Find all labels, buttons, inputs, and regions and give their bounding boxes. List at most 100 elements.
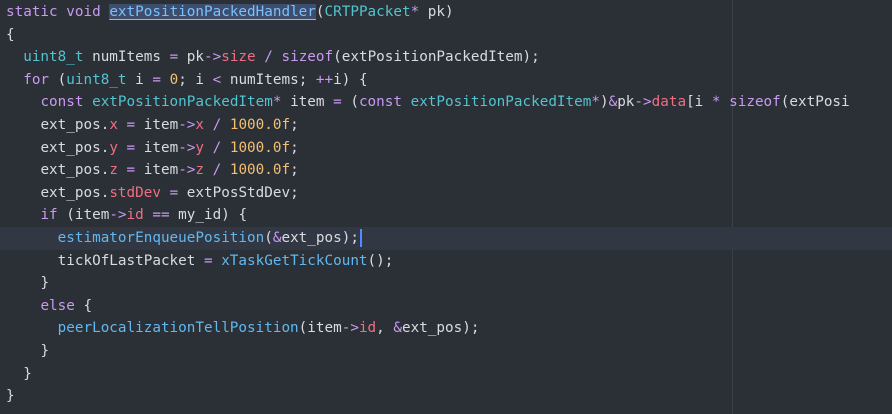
operator-token: / — [212, 139, 222, 156]
operator-token: = — [126, 162, 136, 179]
code-token: item — [281, 94, 334, 111]
code-line[interactable]: static void extPositionPackedHandler(CRT… — [0, 1, 892, 24]
operator-token: = — [169, 184, 179, 201]
code-line[interactable]: peerLocalizationTellPosition(item->id, &… — [0, 317, 892, 340]
code-line[interactable]: } — [0, 385, 892, 408]
code-line[interactable]: ext_pos.y = item->y / 1000.0f; — [0, 137, 892, 160]
code-token: (); — [367, 252, 394, 269]
keyword-token: sizeof — [281, 49, 334, 66]
code-line[interactable]: else { — [0, 295, 892, 318]
code-token: item — [135, 162, 179, 179]
code-token: ( — [49, 71, 67, 88]
operator-token: = — [333, 94, 342, 111]
keyword-token: for — [23, 71, 50, 88]
operator-token: = — [126, 116, 136, 133]
member-token: y — [109, 139, 118, 156]
operator-token: ++ — [315, 71, 334, 88]
code-line[interactable]: const extPositionPackedItem* item = (con… — [0, 91, 892, 114]
keyword-token: static — [6, 4, 58, 20]
operator-token: * — [711, 94, 721, 111]
type-token: extPositionPackedItem — [92, 94, 273, 111]
operator-token: & — [608, 94, 618, 111]
operator-token: / — [212, 162, 222, 179]
member-token: y — [195, 139, 205, 156]
code-editor[interactable]: static void extPositionPackedHandler(CRT… — [0, 0, 892, 414]
operator-token: = — [169, 49, 179, 66]
keyword-token: if — [40, 207, 58, 224]
operator-token: = — [203, 252, 213, 269]
code-token: ext_pos. — [40, 162, 110, 179]
number-token: 1000.0f — [229, 139, 291, 156]
code-line[interactable]: ext_pos.z = item->z / 1000.0f; — [0, 159, 892, 182]
type-token: uint8_t — [23, 49, 84, 66]
operator-token: -> — [178, 116, 196, 133]
code-token: i — [126, 71, 153, 88]
operator-token: -> — [341, 320, 359, 337]
type-token: uint8_t — [66, 71, 127, 88]
code-line[interactable]: ext_pos.stdDev = extPosStdDev; — [0, 182, 892, 205]
code-line[interactable]: if (item->id == my_id) { — [0, 204, 892, 227]
code-token: ; — [290, 139, 299, 156]
member-token: id — [126, 207, 144, 224]
code-line[interactable]: } — [0, 340, 892, 363]
code-line[interactable]: uint8_t numItems = pk->size / sizeof(ext… — [0, 46, 892, 69]
code-line[interactable]: tickOfLastPacket = xTaskGetTickCount(); — [0, 250, 892, 273]
number-token: 0 — [169, 71, 179, 88]
operator-token: < — [212, 71, 222, 88]
code-token: } — [40, 275, 50, 292]
code-line[interactable]: } — [0, 363, 892, 386]
text-cursor — [359, 228, 362, 247]
code-token: item — [135, 116, 179, 133]
code-area[interactable]: static void extPositionPackedHandler(CRT… — [0, 1, 892, 408]
code-token: i) { — [333, 71, 368, 88]
operator-token: -> — [109, 207, 127, 224]
code-line[interactable]: ext_pos.x = item->x / 1000.0f; — [0, 114, 892, 137]
keyword-token: const — [358, 94, 402, 111]
code-token: (extPositionPackedItem); — [333, 49, 540, 66]
operator-token: -> — [204, 49, 222, 66]
code-line[interactable]: } — [0, 272, 892, 295]
code-token: ext_pos. — [40, 139, 110, 156]
number-token: 1000.0f — [229, 116, 291, 133]
operator-token: / — [212, 116, 222, 133]
member-token: x — [109, 116, 118, 133]
type-token: CRTPPacket — [324, 4, 411, 20]
code-token: item — [135, 139, 179, 156]
operator-token: == — [152, 207, 170, 224]
operator-token: = — [152, 71, 161, 88]
operator-token: / — [264, 49, 273, 66]
code-token: ; — [290, 116, 299, 133]
code-token: } — [23, 365, 32, 382]
operator-token: * — [591, 94, 600, 111]
code-line[interactable]: { — [0, 24, 892, 47]
code-token: pk — [617, 94, 635, 111]
operator-token: -> — [178, 139, 196, 156]
keyword-token: else — [40, 297, 75, 314]
keyword-token: const — [40, 94, 84, 111]
code-line-current[interactable]: estimatorEnqueuePosition(&ext_pos); — [0, 226, 892, 250]
code-token: ; — [290, 162, 299, 179]
function-name-token[interactable]: extPositionPackedHandler — [109, 4, 316, 20]
code-token: ( — [341, 94, 359, 111]
code-token: ; i — [178, 71, 213, 88]
code-token: } — [40, 342, 50, 359]
code-line[interactable]: for (uint8_t i = 0; i < numItems; ++i) { — [0, 69, 892, 92]
code-token: my_id) { — [169, 207, 248, 224]
code-token: numItems — [83, 49, 170, 66]
operator-token: -> — [178, 162, 196, 179]
